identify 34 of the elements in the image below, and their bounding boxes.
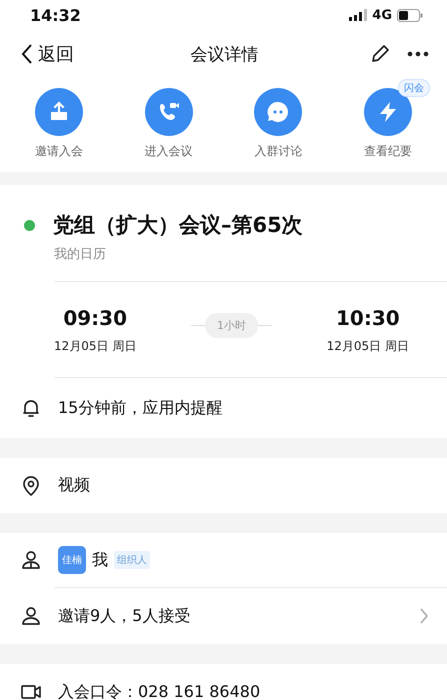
signal-icon	[349, 9, 368, 21]
password-text: 入会口令：028 161 86480	[58, 682, 262, 700]
status-time: 14:32	[30, 6, 81, 24]
start-time: 09:30	[63, 306, 128, 330]
invitees-row[interactable]: 邀请9人，5人接受	[0, 588, 447, 644]
action-button[interactable]: 入群讨论	[224, 78, 334, 172]
avatar: 佳楠	[58, 546, 86, 574]
calendar-name: 我的日历	[54, 245, 447, 282]
pencil-icon[interactable]	[369, 43, 391, 65]
action-button[interactable]: 闪会 查看纪要	[333, 78, 443, 172]
people-icon	[20, 549, 42, 571]
meeting-title: 党组（扩大）会议–第65次	[53, 212, 303, 239]
invitees-text: 邀请9人，5人接受	[58, 606, 192, 626]
reminder-text: 15分钟前，应用内提醒	[58, 398, 224, 418]
location-text: 视频	[58, 475, 91, 496]
chevron-right-icon	[419, 607, 429, 625]
organizer-name: 我	[92, 550, 108, 570]
badge: 闪会	[398, 79, 430, 97]
battery-icon	[397, 8, 423, 22]
location-pin-icon	[20, 474, 42, 496]
back-button[interactable]: 返回	[20, 42, 110, 66]
action-button[interactable]: 进入会议	[114, 78, 224, 172]
person-icon	[20, 605, 42, 627]
action-button[interactable]: 邀请入会	[4, 78, 114, 172]
more-icon[interactable]	[407, 51, 429, 57]
bell-icon	[20, 397, 42, 419]
start-date: 12月05日 周日	[54, 338, 136, 355]
duration-pill: 1小时	[205, 313, 258, 338]
chevron-left-icon	[20, 43, 34, 65]
end-time: 10:30	[336, 306, 400, 330]
end-date: 12月05日 周日	[326, 338, 409, 355]
page-title: 会议详情	[190, 44, 258, 66]
network-label: 4G	[372, 8, 392, 22]
organizer-tag: 组织人	[114, 551, 150, 569]
